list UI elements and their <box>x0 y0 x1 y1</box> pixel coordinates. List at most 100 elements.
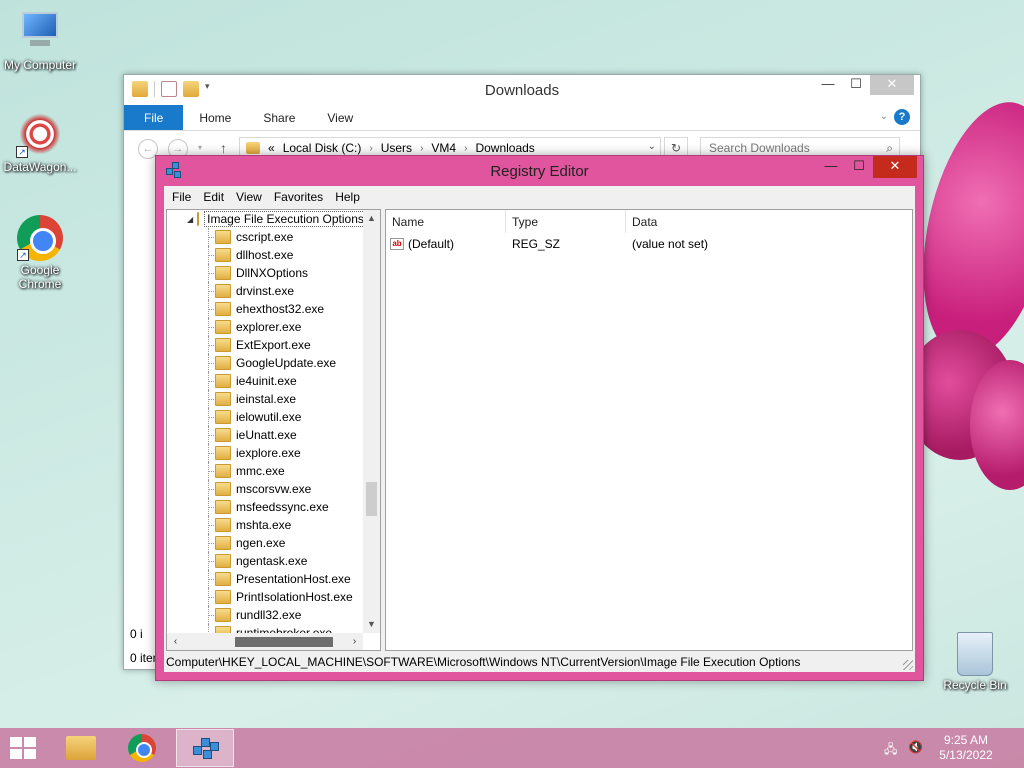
system-tray: 🖧 🔇 9:25 AM 5/13/2022 <box>884 728 1024 768</box>
tree-node[interactable]: ngentask.exe <box>167 552 363 570</box>
value-name: (Default) <box>408 237 455 251</box>
tree-node[interactable]: GoogleUpdate.exe <box>167 354 363 372</box>
column-header-data[interactable]: Data <box>626 210 912 233</box>
minimize-button[interactable]: — <box>814 75 842 95</box>
registry-editor-titlebar[interactable]: Registry Editor — ☐ ✕ <box>156 156 923 186</box>
chevron-right-icon[interactable]: › <box>420 143 423 154</box>
column-header-type[interactable]: Type <box>506 210 626 233</box>
menu-file[interactable]: File <box>166 190 197 204</box>
tab-home[interactable]: Home <box>183 105 247 130</box>
chrome-icon <box>128 734 156 762</box>
address-overflow[interactable]: « <box>268 141 275 155</box>
scroll-thumb[interactable] <box>235 637 333 647</box>
taskbar-chrome[interactable] <box>114 729 172 767</box>
registry-editor-icon <box>193 736 221 764</box>
registry-values-pane[interactable]: Name Type Data ab (Default) REG_SZ (valu… <box>385 209 913 651</box>
scroll-down-arrow-icon[interactable]: ▼ <box>363 616 380 633</box>
breadcrumb-local-disk[interactable]: Local Disk (C:) <box>283 141 362 155</box>
scroll-left-arrow-icon[interactable]: ‹ <box>167 633 184 650</box>
taskbar-file-explorer[interactable] <box>52 729 110 767</box>
explorer-items-count-partial: 0 i <box>130 627 143 641</box>
scroll-up-arrow-icon[interactable]: ▲ <box>363 210 380 227</box>
tab-share[interactable]: Share <box>247 105 311 130</box>
expand-ribbon-icon[interactable]: ⌄ <box>880 111 888 122</box>
minimize-button[interactable]: — <box>817 156 845 178</box>
resize-grip-icon[interactable] <box>903 660 913 670</box>
tree-node-label: GoogleUpdate.exe <box>236 356 337 370</box>
tree-node[interactable]: ehexthost32.exe <box>167 300 363 318</box>
desktop-icon-label: Google Chrome <box>18 263 62 291</box>
up-button[interactable]: ↑ <box>220 140 227 156</box>
network-icon[interactable]: 🖧 <box>884 740 900 756</box>
chevron-right-icon[interactable]: › <box>464 143 467 154</box>
tree-node[interactable]: iexplore.exe <box>167 444 363 462</box>
tree-node-label: ehexthost32.exe <box>236 302 325 316</box>
tree-node[interactable]: mscorsvw.exe <box>167 480 363 498</box>
menu-edit[interactable]: Edit <box>197 190 230 204</box>
breadcrumb-downloads[interactable]: Downloads <box>475 141 534 155</box>
taskbar-registry-editor[interactable] <box>176 729 234 767</box>
explorer-titlebar[interactable]: ▾ Downloads — ☐ ✕ <box>124 75 920 105</box>
tree-vertical-scrollbar[interactable]: ▲ ▼ <box>363 210 380 633</box>
clock[interactable]: 9:25 AM 5/13/2022 <box>926 733 1006 763</box>
column-header-name[interactable]: Name <box>386 210 506 233</box>
tree-node-label: runtimebroker.exe <box>236 626 333 633</box>
breadcrumb-users[interactable]: Users <box>381 141 412 155</box>
tree-node[interactable]: ielowutil.exe <box>167 408 363 426</box>
desktop-icon-my-computer[interactable]: My Computer <box>0 8 80 72</box>
registry-tree-pane[interactable]: ◢ Image File Execution Options cscript.e… <box>166 209 381 651</box>
desktop-icon-google-chrome[interactable]: ↗ Google Chrome <box>0 215 80 291</box>
chrome-icon: ↗ <box>17 215 63 261</box>
scroll-thumb[interactable] <box>366 482 377 516</box>
tree-node[interactable]: ieUnatt.exe <box>167 426 363 444</box>
maximize-button[interactable]: ☐ <box>845 156 873 178</box>
tree-node[interactable]: cscript.exe <box>167 228 363 246</box>
tree-node[interactable]: mmc.exe <box>167 462 363 480</box>
breadcrumb-vm4[interactable]: VM4 <box>431 141 456 155</box>
tree-node[interactable]: ExtExport.exe <box>167 336 363 354</box>
address-dropdown-icon[interactable]: ⌄ <box>648 141 656 152</box>
help-icon[interactable]: ? <box>894 109 910 125</box>
folder-icon <box>215 608 231 622</box>
menu-help[interactable]: Help <box>329 190 366 204</box>
tree-node[interactable]: msfeedssync.exe <box>167 498 363 516</box>
status-path: Computer\HKEY_LOCAL_MACHINE\SOFTWARE\Mic… <box>166 655 801 669</box>
chevron-right-icon[interactable]: › <box>369 143 372 154</box>
volume-muted-icon[interactable]: 🔇 <box>908 740 924 754</box>
search-placeholder: Search Downloads <box>709 141 810 155</box>
desktop-icon-label: Recycle Bin <box>943 678 1007 692</box>
tree-node-label: msfeedssync.exe <box>236 500 329 514</box>
tree-node[interactable]: drvinst.exe <box>167 282 363 300</box>
registry-tree: ◢ Image File Execution Options cscript.e… <box>167 210 363 633</box>
tree-node[interactable]: ie4uinit.exe <box>167 372 363 390</box>
tree-node-label: mshta.exe <box>236 518 292 532</box>
tree-node[interactable]: runtimebroker.exe <box>167 624 363 633</box>
desktop-icon-recycle-bin[interactable]: Recycle Bin <box>935 632 1015 692</box>
registry-editor-window[interactable]: Registry Editor — ☐ ✕ File Edit View Fav… <box>155 155 924 681</box>
close-button[interactable]: ✕ <box>870 75 914 95</box>
tree-node-label: DllNXOptions <box>236 266 309 280</box>
tree-node[interactable]: ngen.exe <box>167 534 363 552</box>
value-row[interactable]: ab (Default) REG_SZ (value not set) <box>386 234 912 254</box>
tree-node[interactable]: rundll32.exe <box>167 606 363 624</box>
collapse-arrow-icon[interactable]: ◢ <box>187 215 193 224</box>
tree-node[interactable]: DllNXOptions <box>167 264 363 282</box>
close-button[interactable]: ✕ <box>873 156 917 178</box>
tree-node[interactable]: PresentationHost.exe <box>167 570 363 588</box>
menu-favorites[interactable]: Favorites <box>268 190 329 204</box>
menu-view[interactable]: View <box>230 190 268 204</box>
tree-node[interactable]: mshta.exe <box>167 516 363 534</box>
start-button[interactable] <box>10 737 38 761</box>
tab-view[interactable]: View <box>311 105 369 130</box>
tree-node[interactable]: explorer.exe <box>167 318 363 336</box>
tree-horizontal-scrollbar[interactable]: ‹ › <box>167 633 363 650</box>
recent-locations-icon[interactable]: ▾ <box>198 143 202 152</box>
desktop-icon-datawagon[interactable]: ↗ DataWagon... <box>0 110 80 174</box>
tree-node-image-file-execution-options[interactable]: ◢ Image File Execution Options <box>167 210 363 228</box>
maximize-button[interactable]: ☐ <box>842 75 870 95</box>
tab-file[interactable]: File <box>124 105 184 130</box>
tree-node[interactable]: PrintIsolationHost.exe <box>167 588 363 606</box>
scroll-right-arrow-icon[interactable]: › <box>346 633 363 650</box>
tree-node[interactable]: dllhost.exe <box>167 246 363 264</box>
tree-node[interactable]: ieinstal.exe <box>167 390 363 408</box>
